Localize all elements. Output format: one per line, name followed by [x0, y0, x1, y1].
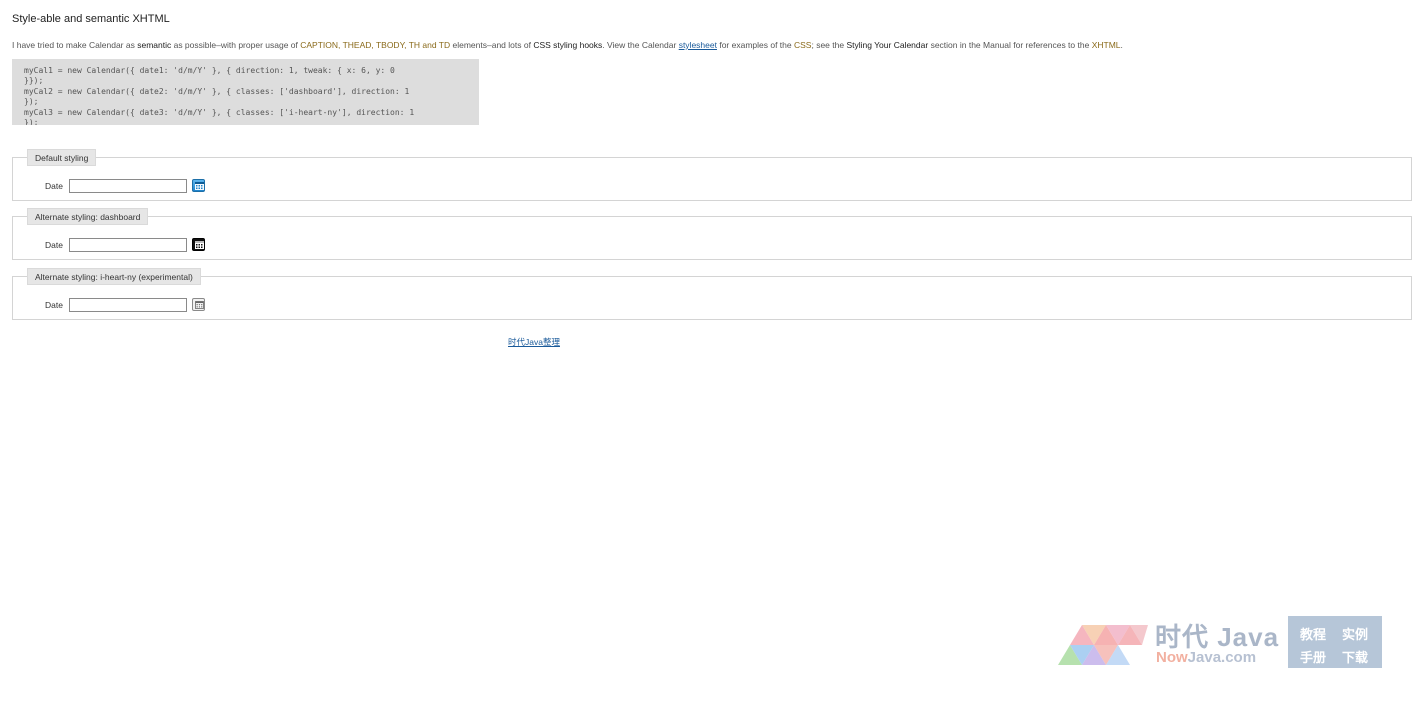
demo-dashboard-styling: Alternate styling: dashboard Date: [12, 208, 1412, 260]
nowjava-watermark: 时代 Java NowJava.com 教程 实例 手册 下载: [1058, 614, 1388, 670]
date-label: Date: [45, 300, 63, 310]
calendar-icon: [195, 182, 204, 190]
watermark-menu-item: 手册: [1300, 651, 1327, 666]
watermark-menu: 教程 实例 手册 下载: [1288, 616, 1382, 668]
intro-text: for examples of the: [716, 40, 794, 50]
intro-text: . View the Calendar: [602, 40, 679, 50]
demo-legend: Alternate styling: dashboard: [27, 208, 149, 225]
watermark-domain-rest: Java.com: [1187, 649, 1257, 666]
watermark-menu-item: 教程: [1300, 628, 1327, 643]
intro-text: as possible–with proper usage of: [171, 40, 301, 50]
intro-tags: CAPTION, THEAD, TBODY, TH and TD: [300, 40, 451, 50]
watermark-domain-now: Now: [1156, 649, 1188, 666]
demo-legend: Alternate styling: i-heart-ny (experimen…: [27, 268, 201, 285]
date-input-1[interactable]: [69, 179, 187, 193]
calendar-button-dashboard[interactable]: [192, 238, 205, 251]
intro-css: CSS: [793, 40, 812, 50]
date-input-2[interactable]: [69, 238, 187, 252]
intro-paragraph: I have tried to make Calendar as semanti…: [12, 40, 1123, 50]
intro-styling-section: Styling Your Calendar: [846, 40, 929, 50]
calendar-icon: [195, 301, 204, 309]
intro-text: section in the Manual for references to …: [928, 40, 1092, 50]
date-label: Date: [45, 181, 63, 191]
intro-xhtml: XHTML: [1091, 40, 1121, 50]
intro-text: I have tried to make Calendar as: [12, 40, 138, 50]
demo-i-heart-ny-styling: Alternate styling: i-heart-ny (experimen…: [12, 268, 1412, 320]
stylesheet-link[interactable]: stylesheet: [679, 40, 717, 50]
demo-legend: Default styling: [27, 149, 97, 166]
watermark-menu-item: 实例: [1342, 628, 1369, 643]
intro-css-hooks: CSS styling hooks: [533, 40, 603, 50]
watermark-domain: NowJava.com: [1156, 649, 1256, 666]
code-sample: myCal1 = new Calendar({ date1: 'd/m/Y' }…: [12, 59, 479, 125]
intro-semantic: semantic: [137, 40, 172, 50]
intro-text: elements–and lots of: [450, 40, 534, 50]
page-title: Style-able and semantic XHTML: [12, 13, 170, 25]
intro-text: .: [1120, 40, 1123, 50]
demo-default-styling: Default styling Date: [12, 149, 1412, 201]
calendar-button-default[interactable]: [192, 179, 205, 192]
calendar-icon: [195, 241, 204, 249]
date-label: Date: [45, 240, 63, 250]
footer-link[interactable]: 时代Java整理: [508, 336, 560, 348]
date-input-3[interactable]: [69, 298, 187, 312]
watermark-menu-item: 下载: [1342, 651, 1369, 666]
triangle-logo-icon: [1058, 625, 1148, 665]
intro-text: ; see the: [811, 40, 847, 50]
calendar-button-i-heart-ny[interactable]: [192, 298, 205, 311]
